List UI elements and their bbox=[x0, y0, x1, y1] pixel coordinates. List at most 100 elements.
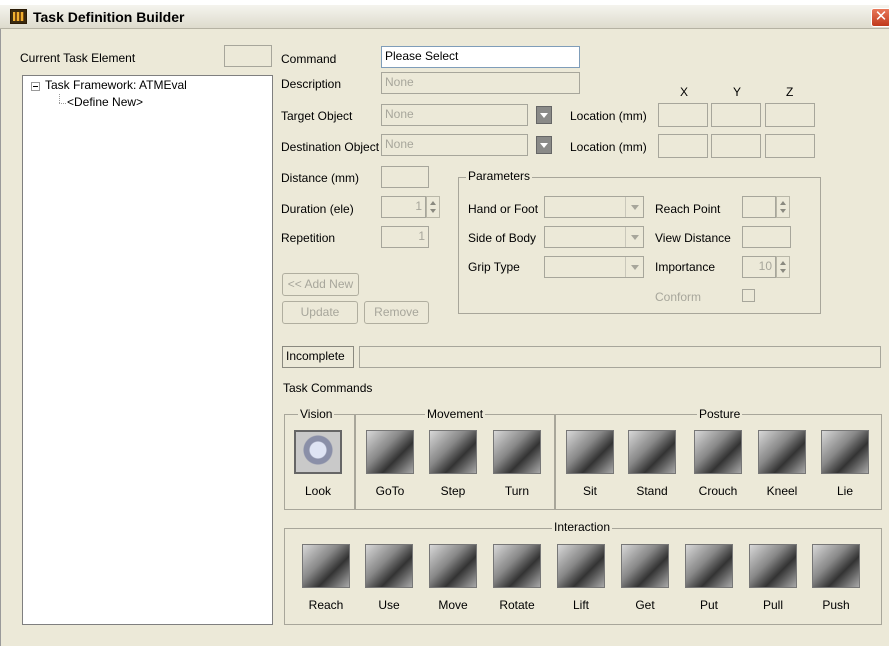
use-command-label: Use bbox=[378, 598, 400, 612]
destination-x-field[interactable] bbox=[658, 134, 708, 158]
destination-z-field[interactable] bbox=[765, 134, 815, 158]
rotate-command-label: Rotate bbox=[499, 598, 535, 612]
kneel-command-label: Kneel bbox=[766, 484, 798, 498]
target-z-field[interactable] bbox=[765, 103, 815, 127]
side-of-body-select[interactable] bbox=[544, 226, 644, 248]
step-command-label: Step bbox=[440, 484, 466, 498]
command-label: Command bbox=[281, 52, 337, 66]
duration-field[interactable]: 1 bbox=[381, 196, 426, 218]
close-button[interactable]: ✕ bbox=[871, 8, 889, 27]
command-input[interactable]: Please Select bbox=[381, 46, 580, 68]
posture-title: Posture bbox=[697, 407, 743, 421]
importance-field[interactable]: 10 bbox=[742, 256, 776, 278]
kneel-command-button[interactable]: Kneel bbox=[754, 430, 810, 498]
distance-field[interactable] bbox=[381, 166, 429, 188]
parameters-title: Parameters bbox=[466, 169, 533, 183]
hand-or-foot-select[interactable] bbox=[544, 196, 644, 218]
reach-command-button[interactable]: Reach bbox=[298, 544, 354, 612]
tree-collapse-icon[interactable] bbox=[31, 82, 40, 91]
side-of-body-label: Side of Body bbox=[468, 231, 537, 245]
goto-command-label: GoTo bbox=[375, 484, 405, 498]
importance-spinner[interactable] bbox=[776, 256, 790, 278]
push-command-label: Push bbox=[822, 598, 850, 612]
crouch-command-button[interactable]: Crouch bbox=[690, 430, 746, 498]
rotate-command-button[interactable]: Rotate bbox=[489, 544, 545, 612]
destination-object-label: Destination Object bbox=[281, 140, 380, 154]
reach-point-label: Reach Point bbox=[655, 202, 721, 216]
get-command-button[interactable]: Get bbox=[617, 544, 673, 612]
sit-command-button[interactable]: Sit bbox=[562, 430, 618, 498]
reach-point-spinner[interactable] bbox=[776, 196, 790, 218]
pull-command-button[interactable]: Pull bbox=[745, 544, 801, 612]
task-tree[interactable]: Task Framework: ATMEval <Define New> bbox=[22, 75, 273, 625]
add-new-button[interactable]: << Add New bbox=[282, 273, 359, 296]
remove-button[interactable]: Remove bbox=[364, 301, 429, 324]
move-command-label: Move bbox=[438, 598, 468, 612]
tree-child-item-define-new[interactable]: <Define New> bbox=[67, 95, 143, 109]
duration-label: Duration (ele) bbox=[281, 202, 354, 216]
status-message-field bbox=[359, 346, 881, 368]
destination-object-field: None bbox=[381, 134, 528, 156]
sit-icon bbox=[566, 430, 614, 474]
stand-command-label: Stand bbox=[636, 484, 668, 498]
get-command-label: Get bbox=[635, 598, 655, 612]
target-object-field: None bbox=[381, 104, 528, 126]
destination-y-field[interactable] bbox=[711, 134, 761, 158]
description-label: Description bbox=[281, 77, 342, 91]
use-icon bbox=[365, 544, 413, 588]
tree-root-item[interactable]: Task Framework: ATMEval bbox=[45, 78, 187, 92]
destination-object-dropdown-icon[interactable] bbox=[536, 136, 552, 154]
conform-checkbox[interactable] bbox=[742, 289, 755, 302]
put-command-label: Put bbox=[699, 598, 718, 612]
repetition-label: Repetition bbox=[281, 231, 336, 245]
turn-icon bbox=[493, 430, 541, 474]
window-title: Task Definition Builder bbox=[33, 9, 185, 25]
push-icon bbox=[812, 544, 860, 588]
lift-icon bbox=[557, 544, 605, 588]
conform-label: Conform bbox=[655, 290, 702, 304]
get-icon bbox=[621, 544, 669, 588]
stand-command-button[interactable]: Stand bbox=[624, 430, 680, 498]
step-icon bbox=[429, 430, 477, 474]
target-x-field[interactable] bbox=[658, 103, 708, 127]
current-task-element-label: Current Task Element bbox=[20, 51, 136, 65]
lift-command-label: Lift bbox=[572, 598, 589, 612]
update-button[interactable]: Update bbox=[282, 301, 358, 324]
view-distance-field[interactable] bbox=[742, 226, 791, 248]
view-distance-label: View Distance bbox=[655, 231, 731, 245]
move-command-button[interactable]: Move bbox=[425, 544, 481, 612]
tree-connector bbox=[59, 94, 60, 103]
look-command-label: Look bbox=[304, 484, 332, 498]
title-bar[interactable]: Task Definition Builder ✕ bbox=[0, 5, 889, 29]
grip-type-select[interactable] bbox=[544, 256, 644, 278]
status-indicator: Incomplete bbox=[282, 346, 354, 368]
target-object-dropdown-icon[interactable] bbox=[536, 106, 552, 124]
target-y-field[interactable] bbox=[711, 103, 761, 127]
vision-title: Vision bbox=[298, 407, 335, 421]
look-command-button[interactable]: Look bbox=[290, 430, 346, 498]
step-command-button[interactable]: Step bbox=[425, 430, 481, 498]
task-commands-label: Task Commands bbox=[283, 381, 373, 395]
use-command-button[interactable]: Use bbox=[361, 544, 417, 612]
turn-command-button[interactable]: Turn bbox=[489, 430, 545, 498]
chevron-down-icon bbox=[625, 197, 643, 217]
duration-spinner[interactable] bbox=[426, 196, 440, 218]
lift-command-button[interactable]: Lift bbox=[553, 544, 609, 612]
lie-command-button[interactable]: Lie bbox=[817, 430, 873, 498]
description-field: None bbox=[381, 72, 580, 94]
chevron-down-icon bbox=[625, 257, 643, 277]
goto-icon bbox=[366, 430, 414, 474]
goto-command-button[interactable]: GoTo bbox=[362, 430, 418, 498]
look-icon bbox=[294, 430, 342, 474]
rotate-icon bbox=[493, 544, 541, 588]
chevron-down-icon bbox=[625, 227, 643, 247]
repetition-field[interactable]: 1 bbox=[381, 226, 429, 248]
pull-icon bbox=[749, 544, 797, 588]
reach-point-field[interactable] bbox=[742, 196, 776, 218]
lie-icon bbox=[821, 430, 869, 474]
pull-command-label: Pull bbox=[762, 598, 783, 612]
push-command-button[interactable]: Push bbox=[808, 544, 864, 612]
y-axis-label: Y bbox=[733, 85, 742, 99]
put-command-button[interactable]: Put bbox=[681, 544, 737, 612]
importance-label: Importance bbox=[655, 260, 716, 274]
